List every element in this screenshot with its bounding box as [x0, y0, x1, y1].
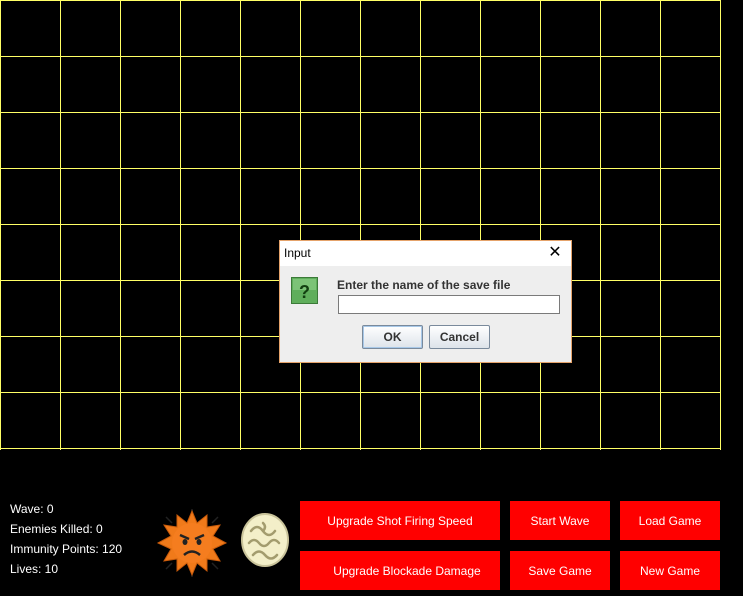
wave-label: Wave: 0: [10, 502, 54, 516]
immunity-points-label: Immunity Points: 120: [10, 542, 123, 556]
save-game-button[interactable]: Save Game: [510, 551, 610, 590]
white-blood-cell-icon: [241, 513, 289, 567]
input-dialog: Input ✕ ? Enter the name of the save fil…: [279, 240, 572, 363]
ok-button[interactable]: OK: [362, 325, 423, 349]
virus-icon: [156, 509, 228, 577]
game-grid[interactable]: [0, 0, 721, 450]
start-wave-button[interactable]: Start Wave: [510, 501, 610, 540]
lives-label: Lives: 10: [10, 562, 59, 576]
enemies-killed-label: Enemies Killed: 0: [10, 522, 103, 536]
load-game-button[interactable]: Load Game: [620, 501, 720, 540]
stats-panel: Wave: 0 Enemies Killed: 0 Immunity Point…: [10, 499, 122, 579]
save-file-name-input[interactable]: [338, 295, 560, 314]
svg-text:?: ?: [299, 282, 310, 302]
close-icon[interactable]: ✕: [545, 243, 565, 263]
dialog-titlebar[interactable]: Input ✕: [280, 241, 571, 266]
dialog-prompt: Enter the name of the save file: [337, 278, 511, 292]
cancel-button[interactable]: Cancel: [429, 325, 490, 349]
upgrade-shot-firing-speed-button[interactable]: Upgrade Shot Firing Speed: [300, 501, 500, 540]
question-icon: ?: [291, 277, 318, 304]
new-game-button[interactable]: New Game: [620, 551, 720, 590]
dialog-title: Input: [284, 246, 311, 260]
upgrade-blockade-damage-button[interactable]: Upgrade Blockade Damage: [300, 551, 500, 590]
